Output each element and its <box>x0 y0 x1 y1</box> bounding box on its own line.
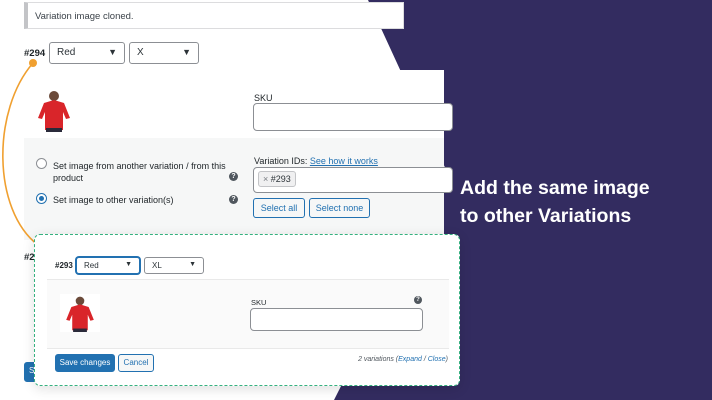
see-how-it-works-link[interactable]: See how it works <box>310 156 378 166</box>
front-product-thumbnail[interactable] <box>60 294 100 332</box>
variation-number: #294 <box>24 48 46 59</box>
variation-ids-text: Variation IDs: <box>254 156 308 166</box>
help-icon[interactable]: ? <box>229 195 238 204</box>
cancel-button[interactable]: Cancel <box>118 354 154 372</box>
option-from-variation-label: Set image from another variation / from … <box>53 161 226 183</box>
chevron-down-icon: ▼ <box>108 47 117 57</box>
select-none-button[interactable]: Select none <box>309 198 370 218</box>
clone-notice: Variation image cloned. <box>24 2 404 29</box>
headline-line-1: Add the same image <box>460 177 650 199</box>
variation-ids-label: Variation IDs: See how it works <box>254 156 378 166</box>
variations-count: 2 variations (Expand / Close) <box>358 356 448 363</box>
product-thumbnail[interactable] <box>32 88 76 132</box>
color-select[interactable]: Red ▼ <box>49 42 125 64</box>
color-select-value: Red <box>57 47 76 58</box>
help-icon[interactable]: ? <box>229 172 238 181</box>
size-select-value: X <box>137 47 144 58</box>
close-link[interactable]: Close <box>428 356 446 363</box>
front-color-select-value: Red <box>84 261 99 270</box>
variation-id-chip: × #293 <box>258 171 296 187</box>
sku-input[interactable] <box>253 103 453 131</box>
chevron-down-icon: ▼ <box>182 47 191 57</box>
save-changes-button[interactable]: Save changes <box>55 354 115 372</box>
tshirt-icon <box>66 296 94 332</box>
size-select[interactable]: X ▼ <box>129 42 199 64</box>
headline-line-2: to other Variations <box>460 205 632 227</box>
radio-image-to-variations[interactable] <box>36 193 47 204</box>
promo-headline: Add the same image to other Variations <box>460 174 700 230</box>
chip-value: #293 <box>270 174 291 184</box>
front-sku-input[interactable] <box>250 308 423 331</box>
expand-link[interactable]: Expand <box>398 356 422 363</box>
front-size-select[interactable]: XL ▼ <box>144 257 204 274</box>
radio-image-from-variation[interactable] <box>36 158 47 169</box>
front-color-select[interactable]: Red ▼ <box>76 257 140 274</box>
sku-label: SKU <box>254 93 273 103</box>
front-variation-number: #293 <box>55 261 73 270</box>
chip-remove-icon[interactable]: × <box>263 174 268 184</box>
front-sku-label: SKU <box>251 298 267 307</box>
clone-notice-text: Variation image cloned. <box>35 11 134 22</box>
link-separator: / <box>423 356 426 363</box>
variations-count-text: 2 variations <box>358 356 394 363</box>
next-variation-number: #2 <box>24 252 35 263</box>
tshirt-icon <box>38 91 70 132</box>
chevron-down-icon: ▼ <box>125 261 132 268</box>
front-size-select-value: XL <box>152 261 162 270</box>
select-all-button[interactable]: Select all <box>253 198 305 218</box>
option-to-variations-label: Set image to other variation(s) <box>53 195 174 205</box>
help-icon[interactable]: ? <box>414 296 422 304</box>
chevron-down-icon: ▼ <box>189 261 196 268</box>
